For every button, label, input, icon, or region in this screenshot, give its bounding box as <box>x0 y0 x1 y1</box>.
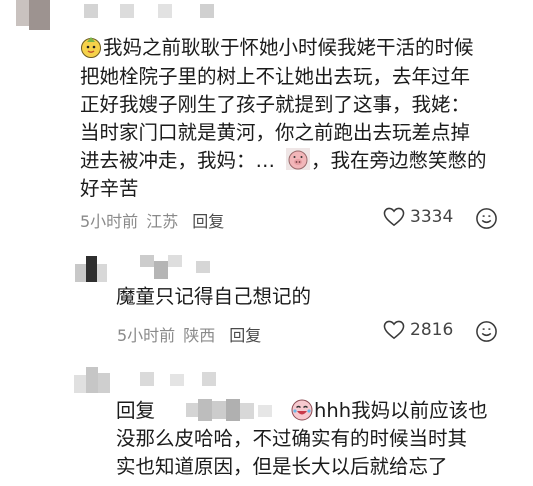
avatar[interactable] <box>75 256 107 282</box>
comment-2-text: 魔童只记得自己想记的 <box>116 285 312 308</box>
comment-3-line-2: 没那么皮哈哈，不过确实有的时候当时其 <box>116 427 468 450</box>
comment-1-meta: 5小时前 江苏 回复 <box>80 208 224 232</box>
reply-button[interactable]: 回复 <box>192 208 224 232</box>
comment-1-line-2: 把她栓院子里的树上不让她出去玩，去年过年 <box>80 65 471 88</box>
avatar[interactable] <box>16 0 50 30</box>
comment-1-line-6: 好辛苦 <box>80 177 139 200</box>
reply-prefix: 回复 <box>116 399 156 422</box>
pig-face-emoji-icon <box>286 148 310 170</box>
timestamp: 5小时前 <box>117 326 176 345</box>
comment-1-line-5a: 进去被冲走，我妈：… <box>80 149 276 172</box>
comment-1-line-3: 正好我嫂子刚生了孩子就提到了这事，我姥： <box>80 93 471 116</box>
comment-2-meta: 5小时前 陕西 回复 <box>117 322 261 346</box>
comment-3-line-3: 实也知道原因，但是长大以后就给忘了 <box>116 455 448 478</box>
like-count: 3334 <box>410 207 454 227</box>
heart-icon <box>383 207 405 227</box>
location: 陕西 <box>183 326 216 345</box>
reply-button[interactable]: 回复 <box>229 322 261 346</box>
like-count: 2816 <box>410 320 454 340</box>
username-blurred[interactable] <box>140 255 220 279</box>
comment-1-line-4: 当时家门口就是黄河，你之前跑出去玩差点掉 <box>80 121 471 144</box>
emoji-reaction-icon[interactable] <box>475 207 498 230</box>
mentioned-username-blurred[interactable] <box>186 399 284 421</box>
heart-icon <box>383 320 405 340</box>
username-blurred[interactable] <box>84 4 229 18</box>
comment-1-line-5b: ，我在旁边憋笑憋的 <box>311 149 487 172</box>
location: 江苏 <box>146 212 179 231</box>
avatar[interactable] <box>74 367 110 393</box>
comment-3-line-1: hhh我妈以前应该也 <box>314 399 488 422</box>
like-button[interactable]: 3334 <box>383 207 453 227</box>
username-blurred[interactable] <box>140 372 240 388</box>
emoji-reaction-icon[interactable] <box>475 320 498 343</box>
like-button[interactable]: 2816 <box>383 320 453 340</box>
timestamp: 5小时前 <box>80 212 139 231</box>
laughing-emoji-icon <box>291 399 313 421</box>
comment-1-line-1: 我妈之前耿耿于怀她小时候我姥干活的时候 <box>103 36 474 59</box>
duck-emoji-icon <box>80 36 102 58</box>
